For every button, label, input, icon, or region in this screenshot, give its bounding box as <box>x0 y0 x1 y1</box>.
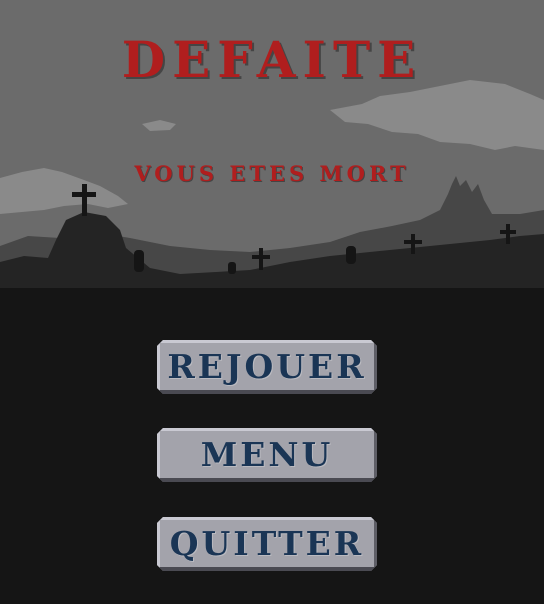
cross-arm <box>72 192 96 197</box>
game-over-screen: DEFAITE VOUS ETES MORT REJOUER MENU QUIT… <box>0 0 544 604</box>
defeat-title: DEFAITE <box>121 30 423 89</box>
cross-icon <box>82 184 87 216</box>
main-menu-button[interactable]: MENU <box>157 428 377 482</box>
cross-arm <box>500 230 516 234</box>
cross-arm <box>404 240 422 244</box>
replay-button[interactable]: REJOUER <box>157 340 377 394</box>
tombstone-icon <box>228 262 236 274</box>
tombstone-icon <box>134 250 144 272</box>
tombstone-icon <box>346 246 356 264</box>
cross-arm <box>252 255 270 259</box>
death-subtitle: VOUS ETES MORT <box>134 161 410 186</box>
quit-button[interactable]: QUITTER <box>157 517 377 571</box>
